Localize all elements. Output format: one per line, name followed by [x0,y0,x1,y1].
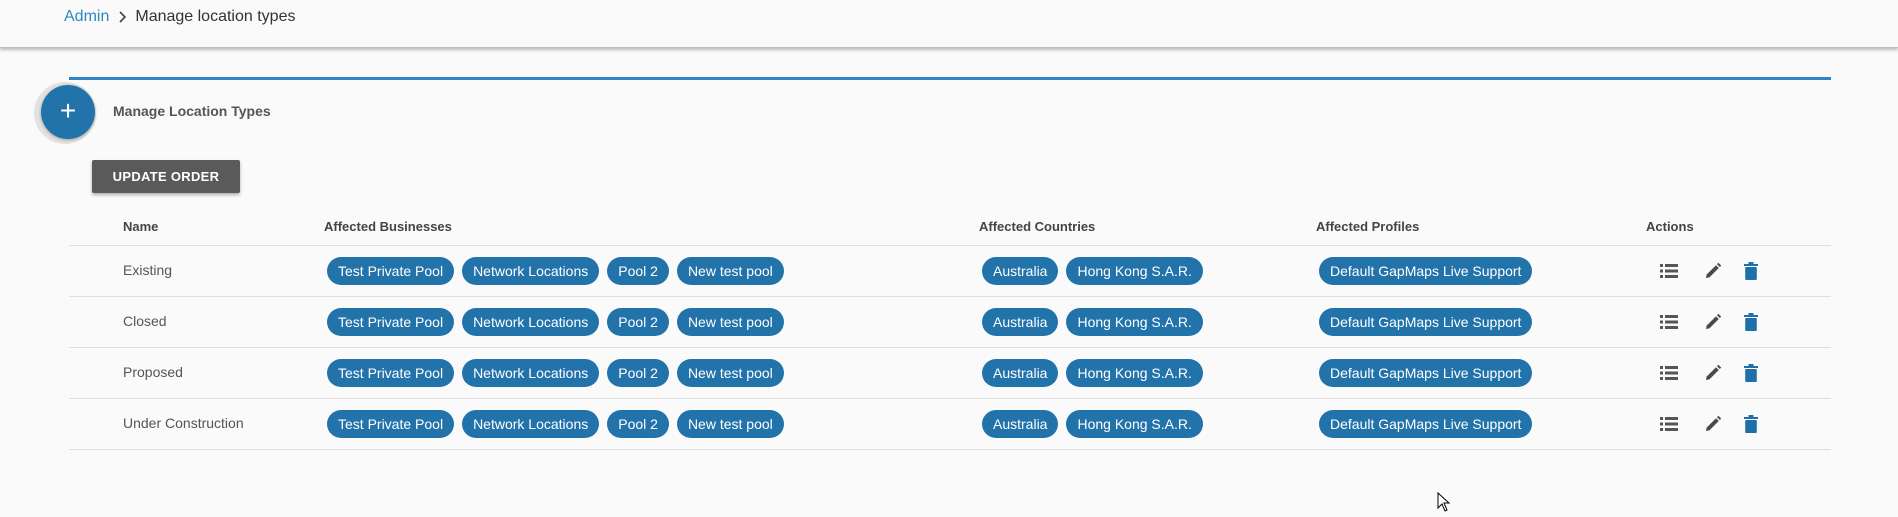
profiles-chips: Default GapMaps Live Support [1319,308,1533,336]
profile-chip[interactable]: Default GapMaps Live Support [1319,257,1533,285]
businesses-chips: Test Private Pool Network Locations Pool 2… [327,359,784,387]
pencil-icon[interactable] [1701,361,1725,385]
businesses-chips: Test Private Pool Network Locations Pool 2… [327,257,784,285]
profile-chip[interactable]: Default GapMaps Live Support [1319,359,1533,387]
row-actions [1657,259,1763,283]
table-row: Proposed Test Private Pool Network Locatio… [69,347,1831,398]
column-header-name[interactable]: Name [123,219,158,234]
list-icon[interactable] [1657,412,1681,436]
countries-chips: Australia Hong Kong S.A.R. [982,410,1203,438]
country-chip[interactable]: Hong Kong S.A.R. [1066,410,1203,438]
business-chip[interactable]: Network Locations [462,410,600,438]
business-chip[interactable]: New test pool [676,359,784,387]
location-types-table: Name Affected Businesses Affected Countr… [69,212,1831,450]
mouse-cursor-icon [1437,491,1451,517]
country-chip[interactable]: Hong Kong S.A.R. [1066,359,1203,387]
business-chip[interactable]: Network Locations [462,359,600,387]
column-header-actions: Actions [1646,219,1694,234]
country-chip[interactable]: Australia [982,257,1059,285]
list-icon[interactable] [1657,310,1681,334]
countries-chips: Australia Hong Kong S.A.R. [982,359,1203,387]
profiles-chips: Default GapMaps Live Support [1319,410,1533,438]
section-title: Manage Location Types [113,103,271,119]
table-header: Name Affected Businesses Affected Countr… [69,212,1831,245]
business-chip[interactable]: Test Private Pool [327,410,455,438]
business-chip[interactable]: Test Private Pool [327,308,455,336]
profile-chip[interactable]: Default GapMaps Live Support [1319,410,1533,438]
trash-icon[interactable] [1739,361,1763,385]
business-chip[interactable]: Pool 2 [607,359,669,387]
profiles-chips: Default GapMaps Live Support [1319,257,1533,285]
trash-icon[interactable] [1739,310,1763,334]
trash-icon[interactable] [1739,412,1763,436]
pencil-icon[interactable] [1701,310,1725,334]
update-order-button[interactable]: UPDATE ORDER [92,160,240,193]
business-chip[interactable]: Network Locations [462,257,600,285]
country-chip[interactable]: Hong Kong S.A.R. [1066,257,1203,285]
country-chip[interactable]: Australia [982,359,1059,387]
chevron-right-icon [118,11,127,23]
breadcrumb: Admin Manage location types [64,8,295,26]
table-row: Existing Test Private Pool Network Locatio… [69,245,1831,296]
row-name: Closed [123,313,167,329]
business-chip[interactable]: New test pool [676,410,784,438]
row-name: Existing [123,262,173,278]
business-chip[interactable]: Test Private Pool [327,257,455,285]
row-actions [1657,361,1763,385]
trash-icon[interactable] [1739,259,1763,283]
business-chip[interactable]: Pool 2 [607,257,669,285]
table-body: Existing Test Private Pool Network Locatio… [69,245,1831,450]
country-chip[interactable]: Hong Kong S.A.R. [1066,308,1203,336]
top-bar: Admin Manage location types [0,0,1898,48]
row-name: Under Construction [123,415,244,431]
profiles-chips: Default GapMaps Live Support [1319,359,1533,387]
row-actions [1657,412,1763,436]
business-chip[interactable]: Test Private Pool [327,359,455,387]
businesses-chips: Test Private Pool Network Locations Pool 2… [327,308,784,336]
breadcrumb-admin-link[interactable]: Admin [64,8,109,26]
list-icon[interactable] [1657,361,1681,385]
section-accent-line [69,77,1831,80]
pencil-icon[interactable] [1701,259,1725,283]
country-chip[interactable]: Australia [982,410,1059,438]
row-actions [1657,310,1763,334]
row-name: Proposed [123,364,183,380]
business-chip[interactable]: Pool 2 [607,410,669,438]
businesses-chips: Test Private Pool Network Locations Pool 2… [327,410,784,438]
business-chip[interactable]: Network Locations [462,308,600,336]
pencil-icon[interactable] [1701,412,1725,436]
table-row: Under Construction Test Private Pool Netwo… [69,398,1831,450]
countries-chips: Australia Hong Kong S.A.R. [982,257,1203,285]
column-header-profiles[interactable]: Affected Profiles [1316,219,1419,234]
breadcrumb-current: Manage location types [135,8,296,25]
list-icon[interactable] [1657,259,1681,283]
column-header-countries[interactable]: Affected Countries [979,219,1095,234]
countries-chips: Australia Hong Kong S.A.R. [982,308,1203,336]
profile-chip[interactable]: Default GapMaps Live Support [1319,308,1533,336]
column-header-businesses[interactable]: Affected Businesses [324,219,452,234]
add-location-type-button[interactable]: + [41,85,95,139]
business-chip[interactable]: New test pool [676,308,784,336]
business-chip[interactable]: New test pool [676,257,784,285]
country-chip[interactable]: Australia [982,308,1059,336]
table-row: Closed Test Private Pool Network Locations… [69,296,1831,347]
business-chip[interactable]: Pool 2 [607,308,669,336]
